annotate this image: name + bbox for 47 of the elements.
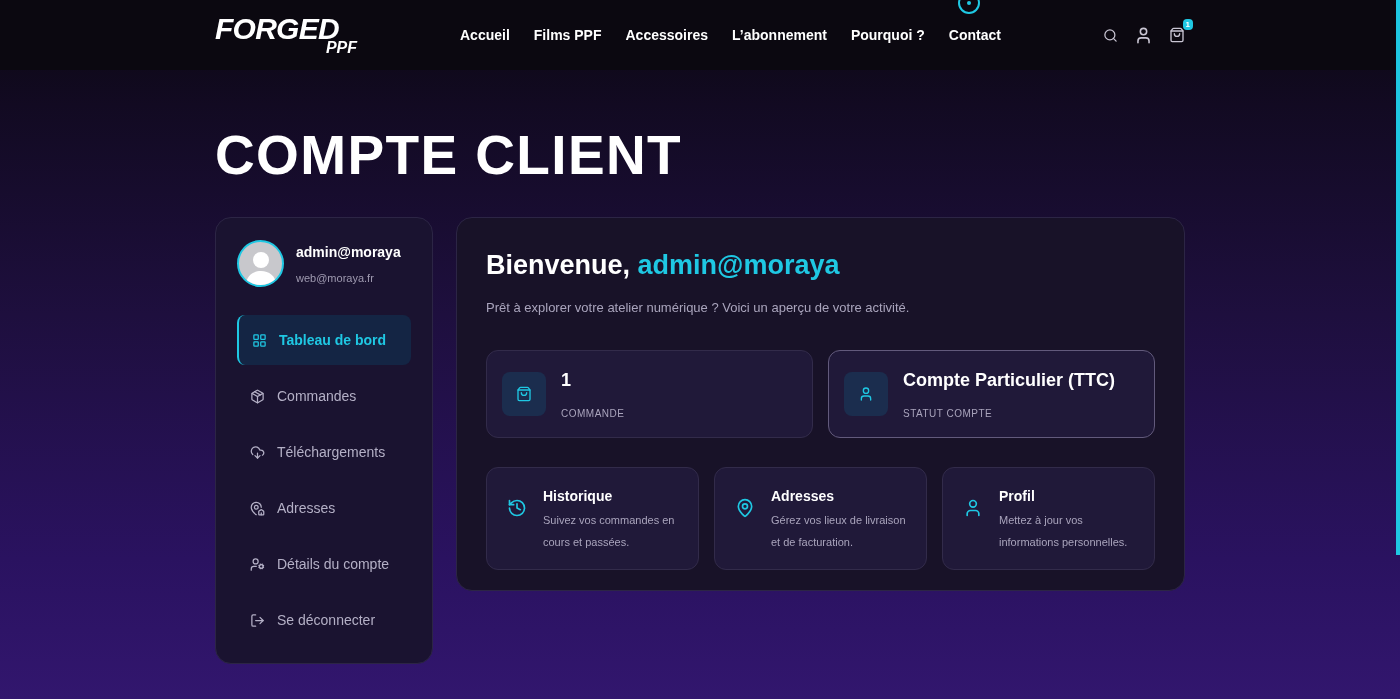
shortcut-card[interactable]: Adresses Gérez vos lieux de livraison et de facturation. — [714, 467, 927, 570]
shortcut-title: Adresses — [771, 487, 836, 506]
map-pin-icon — [250, 500, 265, 516]
history-icon — [507, 498, 527, 518]
shortcut-title: Profil — [999, 487, 1036, 506]
user-name: admin@moraya — [296, 243, 401, 262]
logout-icon — [250, 612, 265, 628]
nav-link[interactable]: Pourquoi ? — [850, 24, 925, 46]
nav-link[interactable]: Accessoires — [625, 24, 708, 46]
nav-link[interactable]: Films PPF — [533, 24, 602, 46]
user-icon — [858, 386, 874, 402]
shortcut-card[interactable]: Profil Mettez à jour vos informations personnelles. — [942, 467, 1155, 570]
shortcut-card[interactable]: Historique Suivez vos commandes en cours et passées. — [486, 467, 699, 570]
cloud-download-icon — [250, 444, 265, 460]
nav-link[interactable]: Accueil — [460, 24, 510, 46]
sidebar-item[interactable]: Commandes — [237, 371, 411, 421]
search-icon[interactable] — [1103, 27, 1118, 43]
welcome-heading: Bienvenue, admin@moraya — [486, 249, 841, 282]
bag-icon — [516, 386, 532, 402]
shortcut-text: Suivez vos commandes en cours et passées. — [543, 513, 676, 550]
bag-icon[interactable] — [1169, 27, 1185, 43]
user-gear-icon — [250, 556, 265, 572]
stat-label: STATUT COMPTE — [903, 407, 994, 421]
logo[interactable]: FORGED PPF — [215, 14, 365, 56]
nav-link[interactable]: Contact — [948, 24, 1001, 46]
nav-link[interactable]: L’abonnement — [732, 24, 827, 46]
stat-value: Compte Particulier (TTC) — [903, 369, 1116, 392]
page-title: COMPTE CLIENT — [215, 128, 684, 183]
scrollbar-thumb[interactable] — [1396, 0, 1400, 555]
user-icon[interactable] — [1134, 25, 1153, 45]
shortcut-text: Mettez à jour vos informations personnelles. — [999, 513, 1129, 550]
grid-icon — [252, 332, 267, 348]
intro-text: Prêt à explorer votre atelier numérique ? Voici un aperçu de votre activité. — [486, 298, 911, 317]
shortcut-title: Historique — [543, 487, 614, 506]
stat-value: 1 — [561, 369, 572, 392]
shortcut-text: Gérez vos lieux de livraison et de facturation. — [771, 513, 907, 550]
sidebar-item[interactable]: Se déconnecter — [237, 595, 411, 645]
sidebar-item[interactable]: Adresses — [237, 483, 411, 533]
sidebar-item[interactable]: Tableau de bord — [237, 315, 411, 365]
user-icon — [963, 498, 983, 518]
user-email: web@moraya.fr — [296, 271, 375, 286]
map-pin-icon — [735, 498, 755, 518]
cart-count-badge: 1 — [1182, 19, 1193, 30]
sidebar-item[interactable]: Téléchargements — [237, 427, 411, 477]
sidebar-item[interactable]: Détails du compte — [237, 539, 411, 589]
box-icon — [250, 388, 265, 404]
stat-label: COMMANDE — [561, 407, 625, 421]
